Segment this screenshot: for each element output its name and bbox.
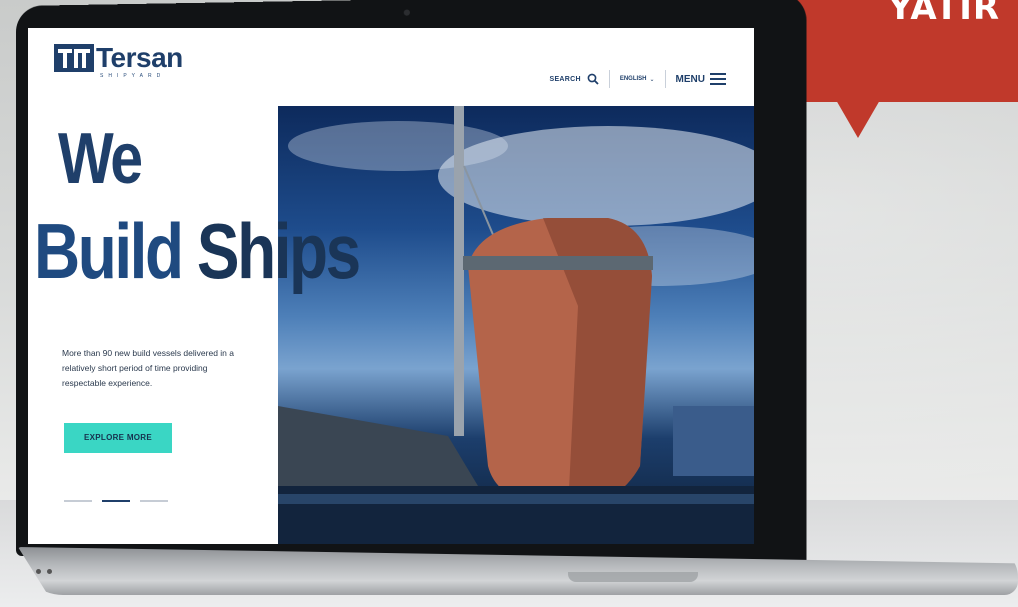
laptop-ports — [36, 561, 58, 579]
laptop-notch — [568, 572, 698, 582]
hamburger-icon[interactable] — [710, 70, 726, 88]
language-selector[interactable]: ENGLISH — [620, 76, 647, 82]
hero-title-line-1: We — [58, 119, 143, 199]
explore-more-button[interactable]: EXPLORE MORE — [64, 423, 172, 453]
nav-divider — [608, 70, 610, 88]
logo-wordmark: Tersan — [96, 42, 183, 73]
ship-illustration — [278, 106, 754, 544]
search-label[interactable]: SEARCH — [549, 76, 580, 83]
hero-title-line-2: Build Ships — [34, 212, 361, 290]
website-screen: Tersan SHIPYARD SEARCH ENGLISH ⌄ MENU We… — [28, 28, 754, 544]
promo-banner-text: YATIR — [888, 0, 1001, 28]
hero-title-ships: Ships — [196, 207, 361, 295]
hero-description: More than 90 new build vessels delivered… — [62, 348, 234, 388]
nav-divider — [664, 70, 666, 88]
promo-banner-tail — [836, 100, 880, 138]
hero-title-build: Build — [34, 207, 197, 295]
logo-subtext: SHIPYARD — [100, 73, 166, 79]
search-icon[interactable] — [587, 73, 599, 85]
webcam — [403, 9, 410, 16]
tersan-logo-icon — [54, 44, 94, 72]
slide-indicator-2[interactable] — [102, 500, 130, 502]
slide-indicator-1[interactable] — [64, 500, 92, 502]
hero-ship-image — [278, 106, 754, 544]
menu-button[interactable]: MENU — [676, 74, 705, 85]
slider-pagination — [64, 500, 168, 502]
chevron-down-icon[interactable]: ⌄ — [650, 76, 655, 83]
slide-indicator-3[interactable] — [140, 500, 168, 502]
top-navigation: SEARCH ENGLISH ⌄ MENU — [549, 70, 726, 88]
